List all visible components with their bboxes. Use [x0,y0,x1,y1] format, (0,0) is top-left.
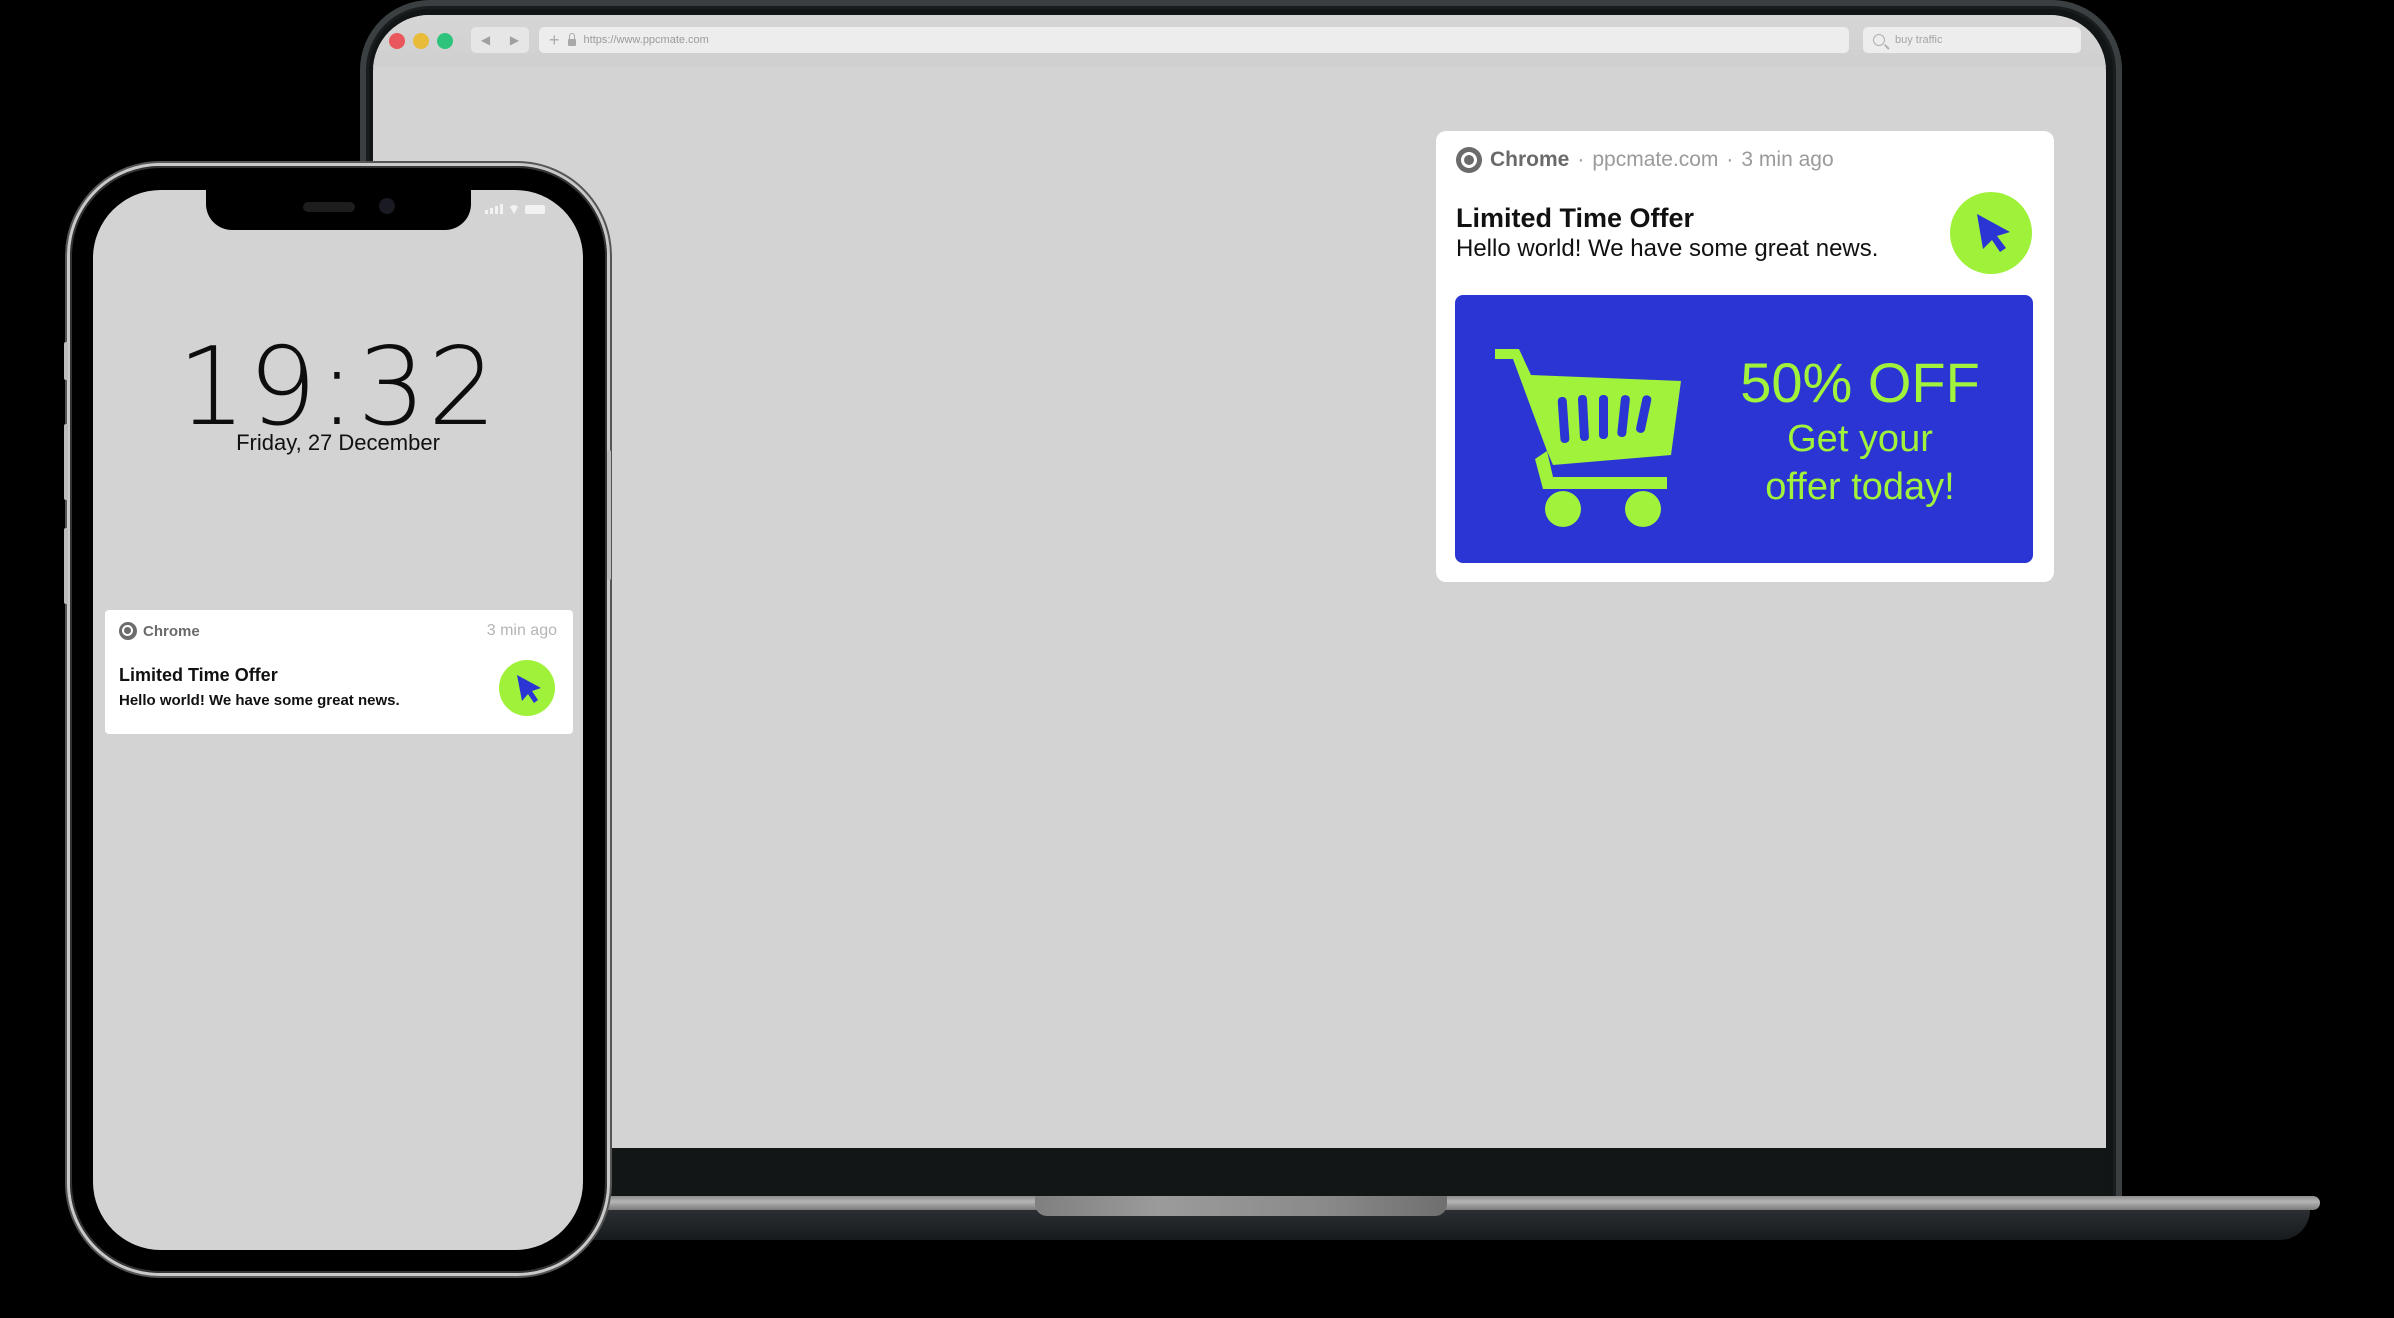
separator: · [1577,148,1585,171]
battery-icon [525,205,545,214]
wifi-icon [509,205,519,214]
close-window-button[interactable] [389,33,405,49]
status-bar [485,204,545,214]
banner-headline: 50% OFF [1740,351,1980,414]
promo-banner[interactable]: 50% OFF Get your offer today! [1455,295,2033,563]
banner-line-2: offer today! [1765,466,1955,508]
lock-icon [567,32,576,46]
notification-body: Hello world! We have some great news. [1456,235,1879,262]
signal-icon [485,204,503,214]
separator: · [1726,148,1734,171]
shopping-cart-icon [1495,349,1681,527]
mute-switch [64,342,68,380]
notification-title: Limited Time Offer [119,665,278,685]
url-text: https://www.ppcmate.com [583,34,709,46]
notification-app: Chrome [1490,148,1570,171]
notification-time: 3 min ago [486,622,557,639]
notification-time: 3 min ago [1741,148,1834,171]
phone-notch [206,190,471,230]
chrome-icon [1456,147,1482,173]
notification-title: Limited Time Offer [1456,203,1695,233]
front-camera [379,198,395,214]
desktop-notification[interactable]: Chrome · ppcmate.com · 3 min ago Limited… [1436,131,2054,582]
power-button [607,450,611,580]
notification-header: Chrome · ppcmate.com · 3 min ago [1456,147,1834,173]
banner-text: 50% OFF Get your offer today! [1710,351,2010,511]
maximize-window-button[interactable] [437,33,453,49]
phone-lock-screen: 19:32 Friday, 27 December Chrome 3 min a… [93,190,583,1250]
notification-app: Chrome [143,622,200,640]
notification-header: Chrome [119,622,200,640]
nav-buttons: ◀ ▶ [471,27,529,53]
notification-domain: ppcmate.com [1592,148,1719,171]
phone-notification[interactable]: Chrome 3 min ago Limited Time Offer Hell… [105,610,573,734]
search-input[interactable]: buy traffic [1863,27,2081,53]
speaker-grille [303,202,355,212]
search-icon [1873,34,1885,46]
search-value: buy traffic [1895,34,1943,46]
lock-screen-date: Friday, 27 December [236,430,440,455]
address-bar[interactable]: + https://www.ppcmate.com [539,27,1849,53]
laptop-bottom-bezel [373,1148,2106,1198]
volume-up-button [64,424,68,500]
banner-line-1: Get your [1787,418,1933,460]
cursor-arrow-icon [499,660,555,716]
minimize-window-button[interactable] [413,33,429,49]
back-button[interactable]: ◀ [481,33,490,47]
browser-toolbar: ◀ ▶ + https://www.ppcmate.com buy traffi… [373,15,2106,67]
notification-body: Hello world! We have some great news. [119,692,400,709]
cursor-arrow-icon [1950,192,2032,274]
new-tab-button[interactable]: + [549,31,560,49]
forward-button[interactable]: ▶ [510,33,519,47]
laptop-hinge-notch [1035,1196,1447,1216]
chrome-icon [119,622,137,640]
volume-down-button [64,528,68,604]
